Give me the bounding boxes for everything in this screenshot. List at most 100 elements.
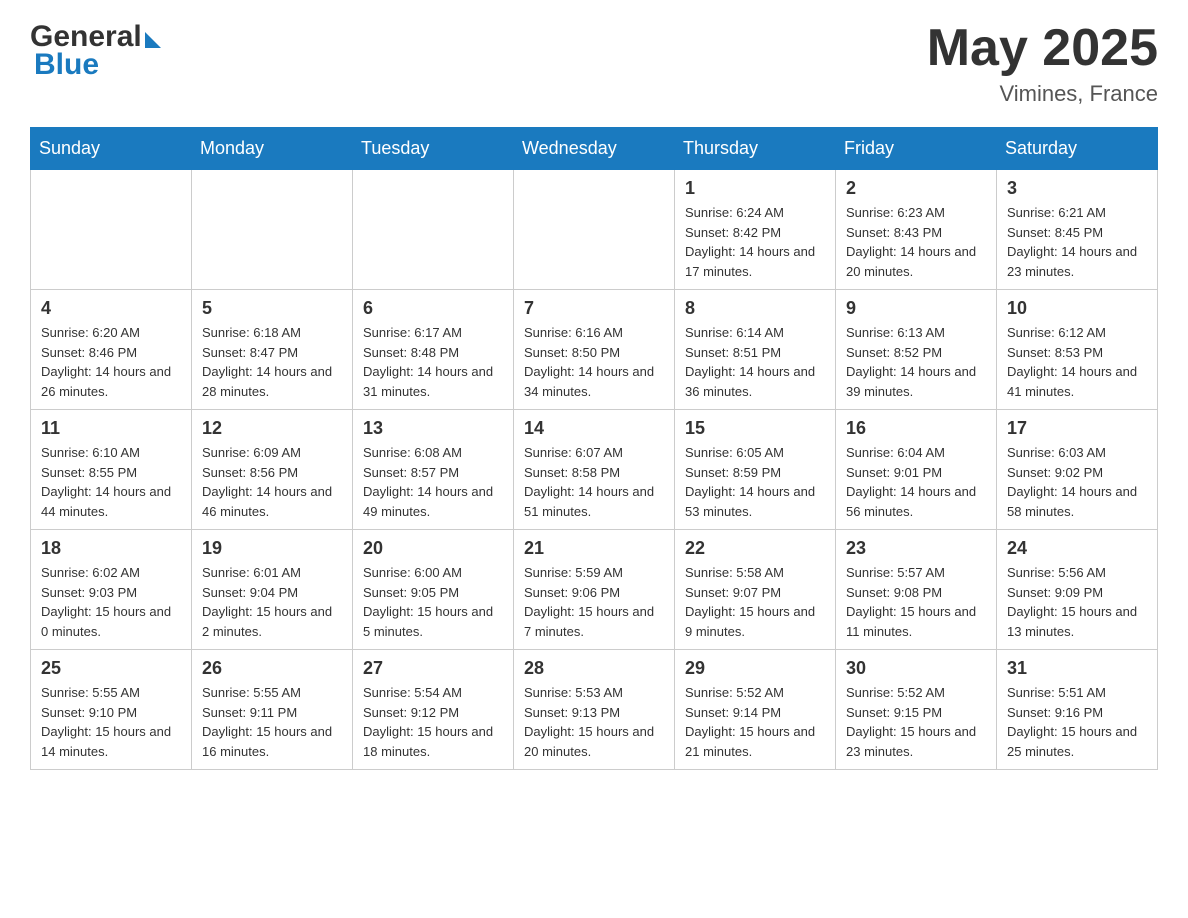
logo: General Blue <box>30 20 161 82</box>
calendar-cell: 2 Sunrise: 6:23 AM Sunset: 8:43 PM Daylig… <box>836 170 997 290</box>
calendar-cell: 31 Sunrise: 5:51 AM Sunset: 9:16 PM Dayli… <box>997 650 1158 770</box>
calendar-cell: 9 Sunrise: 6:13 AM Sunset: 8:52 PM Daylig… <box>836 290 997 410</box>
calendar-cell: 28Sunrise: 5:53 AM Sunset: 9:13 PM Dayli… <box>514 650 675 770</box>
calendar-cell: 16Sunrise: 6:04 AM Sunset: 9:01 PM Dayli… <box>836 410 997 530</box>
day-info: Sunrise: 6:09 AM Sunset: 8:56 PM Dayligh… <box>202 443 342 521</box>
day-info: Sunrise: 5:54 AM Sunset: 9:12 PM Dayligh… <box>363 683 503 761</box>
day-info: Sunrise: 6:21 AM Sunset: 8:45 PM Dayligh… <box>1007 203 1147 281</box>
day-info: Sunrise: 6:14 AM Sunset: 8:51 PM Dayligh… <box>685 323 825 401</box>
day-number: 17 <box>1007 418 1147 439</box>
day-number: 9 <box>846 298 986 319</box>
day-number: 22 <box>685 538 825 559</box>
day-info: Sunrise: 5:52 AM Sunset: 9:14 PM Dayligh… <box>685 683 825 761</box>
calendar-week-row: 18Sunrise: 6:02 AM Sunset: 9:03 PM Dayli… <box>31 530 1158 650</box>
day-of-week-header: Wednesday <box>514 128 675 170</box>
calendar-cell: 18Sunrise: 6:02 AM Sunset: 9:03 PM Dayli… <box>31 530 192 650</box>
day-info: Sunrise: 5:51 AM Sunset: 9:16 PM Dayligh… <box>1007 683 1147 761</box>
day-of-week-header: Saturday <box>997 128 1158 170</box>
calendar-cell: 17 Sunrise: 6:03 AM Sunset: 9:02 PM Dayli… <box>997 410 1158 530</box>
calendar-cell: 10 Sunrise: 6:12 AM Sunset: 8:53 PM Dayli… <box>997 290 1158 410</box>
day-number: 23 <box>846 538 986 559</box>
day-number: 2 <box>846 178 986 199</box>
day-of-week-header: Monday <box>192 128 353 170</box>
calendar-cell: 3 Sunrise: 6:21 AM Sunset: 8:45 PM Daylig… <box>997 170 1158 290</box>
day-info: Sunrise: 6:23 AM Sunset: 8:43 PM Dayligh… <box>846 203 986 281</box>
day-number: 1 <box>685 178 825 199</box>
calendar-cell: 15 Sunrise: 6:05 AM Sunset: 8:59 PM Dayli… <box>675 410 836 530</box>
calendar-cell: 29 Sunrise: 5:52 AM Sunset: 9:14 PM Dayli… <box>675 650 836 770</box>
day-number: 15 <box>685 418 825 439</box>
day-number: 7 <box>524 298 664 319</box>
day-info: Sunrise: 6:05 AM Sunset: 8:59 PM Dayligh… <box>685 443 825 521</box>
day-number: 29 <box>685 658 825 679</box>
day-of-week-header: Tuesday <box>353 128 514 170</box>
day-of-week-header: Friday <box>836 128 997 170</box>
day-number: 26 <box>202 658 342 679</box>
logo-blue-text: Blue <box>30 48 99 82</box>
day-of-week-header: Thursday <box>675 128 836 170</box>
day-info: Sunrise: 6:08 AM Sunset: 8:57 PM Dayligh… <box>363 443 503 521</box>
calendar-week-row: 11Sunrise: 6:10 AM Sunset: 8:55 PM Dayli… <box>31 410 1158 530</box>
calendar-cell: 21 Sunrise: 5:59 AM Sunset: 9:06 PM Dayli… <box>514 530 675 650</box>
calendar-cell <box>31 170 192 290</box>
day-info: Sunrise: 6:10 AM Sunset: 8:55 PM Dayligh… <box>41 443 181 521</box>
day-info: Sunrise: 6:17 AM Sunset: 8:48 PM Dayligh… <box>363 323 503 401</box>
day-info: Sunrise: 6:16 AM Sunset: 8:50 PM Dayligh… <box>524 323 664 401</box>
day-info: Sunrise: 5:53 AM Sunset: 9:13 PM Dayligh… <box>524 683 664 761</box>
day-number: 18 <box>41 538 181 559</box>
day-info: Sunrise: 5:52 AM Sunset: 9:15 PM Dayligh… <box>846 683 986 761</box>
location-label: Vimines, France <box>927 81 1158 107</box>
day-info: Sunrise: 6:24 AM Sunset: 8:42 PM Dayligh… <box>685 203 825 281</box>
day-number: 30 <box>846 658 986 679</box>
day-info: Sunrise: 5:56 AM Sunset: 9:09 PM Dayligh… <box>1007 563 1147 641</box>
calendar-week-row: 25 Sunrise: 5:55 AM Sunset: 9:10 PM Dayli… <box>31 650 1158 770</box>
calendar-cell: 8Sunrise: 6:14 AM Sunset: 8:51 PM Daylig… <box>675 290 836 410</box>
calendar-cell: 11Sunrise: 6:10 AM Sunset: 8:55 PM Dayli… <box>31 410 192 530</box>
page-header: General Blue May 2025 Vimines, France <box>30 20 1158 107</box>
calendar-cell: 7 Sunrise: 6:16 AM Sunset: 8:50 PM Daylig… <box>514 290 675 410</box>
day-number: 5 <box>202 298 342 319</box>
day-number: 3 <box>1007 178 1147 199</box>
day-number: 14 <box>524 418 664 439</box>
day-info: Sunrise: 6:12 AM Sunset: 8:53 PM Dayligh… <box>1007 323 1147 401</box>
calendar-cell: 19Sunrise: 6:01 AM Sunset: 9:04 PM Dayli… <box>192 530 353 650</box>
day-number: 6 <box>363 298 503 319</box>
day-number: 31 <box>1007 658 1147 679</box>
day-number: 10 <box>1007 298 1147 319</box>
day-number: 21 <box>524 538 664 559</box>
calendar-cell: 1 Sunrise: 6:24 AM Sunset: 8:42 PM Daylig… <box>675 170 836 290</box>
day-number: 27 <box>363 658 503 679</box>
day-info: Sunrise: 6:13 AM Sunset: 8:52 PM Dayligh… <box>846 323 986 401</box>
day-info: Sunrise: 5:57 AM Sunset: 9:08 PM Dayligh… <box>846 563 986 641</box>
calendar-week-row: 1 Sunrise: 6:24 AM Sunset: 8:42 PM Daylig… <box>31 170 1158 290</box>
day-number: 12 <box>202 418 342 439</box>
logo-arrow-icon <box>145 32 161 48</box>
calendar-cell: 25 Sunrise: 5:55 AM Sunset: 9:10 PM Dayli… <box>31 650 192 770</box>
calendar-cell: 13Sunrise: 6:08 AM Sunset: 8:57 PM Dayli… <box>353 410 514 530</box>
day-of-week-header: Sunday <box>31 128 192 170</box>
day-number: 4 <box>41 298 181 319</box>
day-number: 24 <box>1007 538 1147 559</box>
calendar-cell: 20 Sunrise: 6:00 AM Sunset: 9:05 PM Dayli… <box>353 530 514 650</box>
calendar-header: SundayMondayTuesdayWednesdayThursdayFrid… <box>31 128 1158 170</box>
day-info: Sunrise: 5:55 AM Sunset: 9:10 PM Dayligh… <box>41 683 181 761</box>
day-info: Sunrise: 6:18 AM Sunset: 8:47 PM Dayligh… <box>202 323 342 401</box>
day-info: Sunrise: 5:58 AM Sunset: 9:07 PM Dayligh… <box>685 563 825 641</box>
title-area: May 2025 Vimines, France <box>927 20 1158 107</box>
calendar-cell: 30 Sunrise: 5:52 AM Sunset: 9:15 PM Dayli… <box>836 650 997 770</box>
calendar-cell <box>514 170 675 290</box>
day-info: Sunrise: 5:59 AM Sunset: 9:06 PM Dayligh… <box>524 563 664 641</box>
days-of-week-row: SundayMondayTuesdayWednesdayThursdayFrid… <box>31 128 1158 170</box>
calendar-cell: 26Sunrise: 5:55 AM Sunset: 9:11 PM Dayli… <box>192 650 353 770</box>
day-info: Sunrise: 6:03 AM Sunset: 9:02 PM Dayligh… <box>1007 443 1147 521</box>
day-info: Sunrise: 6:00 AM Sunset: 9:05 PM Dayligh… <box>363 563 503 641</box>
calendar-cell: 14Sunrise: 6:07 AM Sunset: 8:58 PM Dayli… <box>514 410 675 530</box>
day-number: 25 <box>41 658 181 679</box>
calendar-cell: 4 Sunrise: 6:20 AM Sunset: 8:46 PM Daylig… <box>31 290 192 410</box>
calendar-cell: 23 Sunrise: 5:57 AM Sunset: 9:08 PM Dayli… <box>836 530 997 650</box>
day-info: Sunrise: 6:01 AM Sunset: 9:04 PM Dayligh… <box>202 563 342 641</box>
day-number: 20 <box>363 538 503 559</box>
calendar-cell: 12 Sunrise: 6:09 AM Sunset: 8:56 PM Dayli… <box>192 410 353 530</box>
calendar-table: SundayMondayTuesdayWednesdayThursdayFrid… <box>30 127 1158 770</box>
day-info: Sunrise: 6:20 AM Sunset: 8:46 PM Dayligh… <box>41 323 181 401</box>
